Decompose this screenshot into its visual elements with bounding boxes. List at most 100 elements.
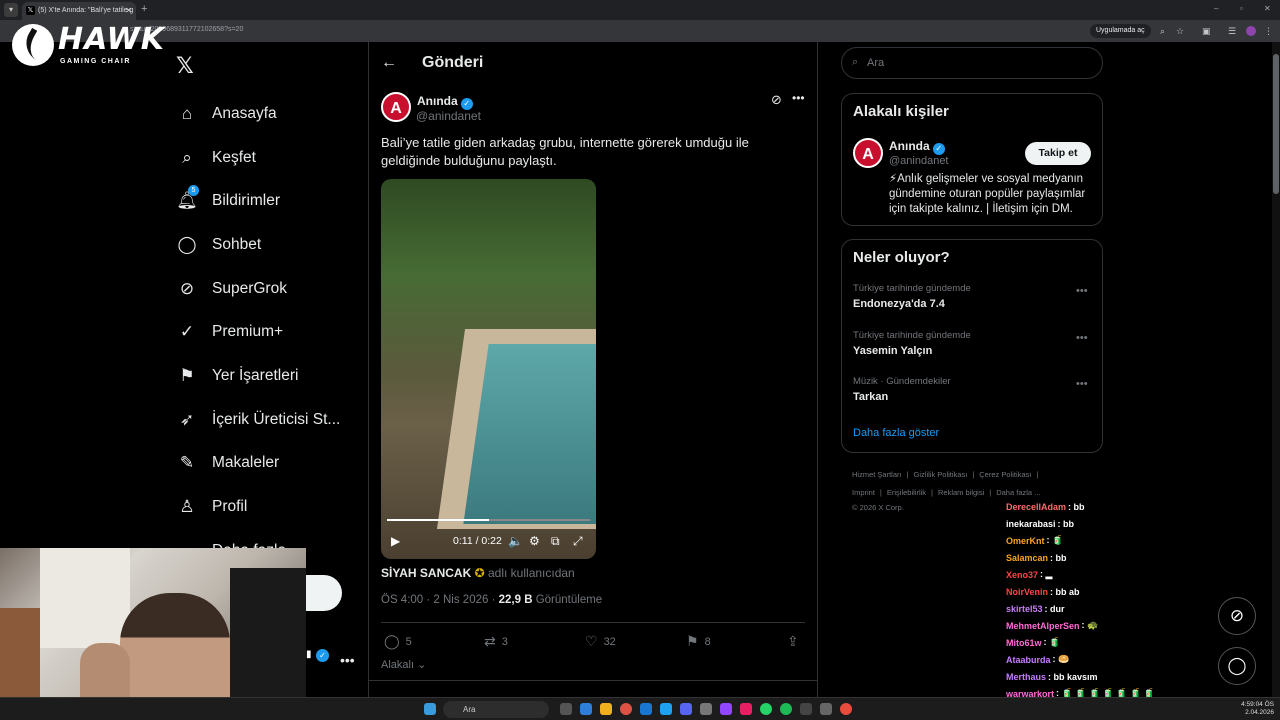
account-more-icon[interactable]: ••• bbox=[340, 652, 355, 668]
app-icon[interactable] bbox=[840, 703, 852, 715]
app-icon[interactable] bbox=[700, 703, 712, 715]
post-more-icon[interactable]: ••• bbox=[792, 91, 805, 105]
sidebar-item-5[interactable]: ✓ Premium+ bbox=[176, 310, 356, 354]
app-icon[interactable] bbox=[660, 703, 672, 715]
post-author[interactable]: Anında ✓ bbox=[417, 94, 473, 110]
app-icon[interactable] bbox=[740, 703, 752, 715]
folder-icon[interactable] bbox=[600, 703, 612, 715]
minimize-icon[interactable]: – bbox=[1214, 4, 1218, 13]
footer-link[interactable]: Hizmet Şartları bbox=[852, 470, 902, 479]
chat-username[interactable]: Mito61w bbox=[1006, 638, 1042, 648]
sidebar-item-3[interactable]: ◯ Sohbet bbox=[176, 223, 356, 267]
tab-close-icon[interactable]: ✕ bbox=[125, 2, 132, 20]
maximize-icon[interactable]: ▫ bbox=[1240, 4, 1243, 13]
spotify-icon[interactable] bbox=[780, 703, 792, 715]
chat-username[interactable]: OmerKnt bbox=[1006, 536, 1045, 546]
footer-link[interactable]: Imprint bbox=[852, 488, 875, 497]
sidebar-item-8[interactable]: ✎ Makaleler bbox=[176, 442, 356, 486]
messages-fab-icon[interactable]: ◯ bbox=[1218, 647, 1256, 685]
chat-username[interactable]: MehmetAlperSen bbox=[1006, 621, 1080, 631]
fullscreen-icon[interactable]: ⤢ bbox=[573, 534, 583, 549]
trend-name[interactable]: Tarkan bbox=[853, 391, 888, 403]
show-more-link[interactable]: Daha fazla göster bbox=[853, 427, 939, 439]
like-button[interactable]: ♡ 32 bbox=[585, 633, 616, 650]
trend-name[interactable]: Yasemin Yalçın bbox=[853, 345, 932, 357]
zoom-icon[interactable]: ⌕ bbox=[1160, 26, 1165, 37]
chat-username[interactable]: DerecellAdam bbox=[1006, 502, 1066, 512]
sidebar-icon[interactable]: ☰ bbox=[1228, 26, 1236, 37]
avatar[interactable]: A bbox=[381, 92, 411, 122]
extensions-icon[interactable]: ▣ bbox=[1202, 26, 1211, 37]
repost-button[interactable]: ⇄ 3 bbox=[484, 633, 508, 650]
footer-link[interactable]: Erişilebilirlik bbox=[887, 488, 926, 497]
related-handle[interactable]: @anindanet bbox=[889, 155, 949, 167]
close-window-icon[interactable]: ✕ bbox=[1264, 4, 1271, 13]
app-icon[interactable] bbox=[820, 703, 832, 715]
video-progress-bar[interactable] bbox=[387, 519, 590, 521]
twitch-icon[interactable] bbox=[720, 703, 732, 715]
app-icon[interactable] bbox=[800, 703, 812, 715]
trend-name[interactable]: Endonezya'da 7.4 bbox=[853, 298, 945, 310]
chat-username[interactable]: inekarabasi bbox=[1006, 519, 1056, 529]
chat-username[interactable]: Xeno37 bbox=[1006, 570, 1038, 580]
app-icon[interactable] bbox=[580, 703, 592, 715]
footer-link[interactable]: Daha fazla ... bbox=[996, 488, 1040, 497]
related-dropdown[interactable]: Alakalı ⌄ bbox=[381, 658, 426, 671]
chat-username[interactable]: skirtel53 bbox=[1006, 604, 1043, 614]
windows-start-icon[interactable] bbox=[424, 703, 436, 715]
browser-menu-icon[interactable]: ⋮ bbox=[1264, 26, 1273, 37]
sidebar-item-1[interactable]: ⌕ Keşfet bbox=[176, 136, 356, 180]
share-button[interactable]: ⇪ bbox=[787, 633, 805, 650]
grok-fab-icon[interactable]: ⊘ bbox=[1218, 597, 1256, 635]
video-player[interactable]: ▶ 0:11 / 0:22 🔈 ⚙ ⧉ ⤢ bbox=[381, 179, 596, 559]
task-view-icon[interactable] bbox=[560, 703, 572, 715]
chat-username[interactable]: Merthaus bbox=[1006, 672, 1046, 682]
browser-tab[interactable]: 𝕏 (5) X'te Anında: "Bali'ye tatile g ✕ bbox=[22, 2, 136, 20]
footer-link[interactable]: Reklam bilgisi bbox=[938, 488, 984, 497]
new-tab-icon[interactable]: + bbox=[141, 3, 147, 15]
tab-menu-icon[interactable]: ▾ bbox=[4, 3, 18, 17]
bookmark-button[interactable]: ⚑ 8 bbox=[686, 633, 711, 650]
volume-icon[interactable]: 🔈 bbox=[508, 534, 523, 548]
back-arrow-icon[interactable]: ← bbox=[381, 54, 397, 72]
sidebar-item-6[interactable]: ⚑ Yer İşaretleri bbox=[176, 354, 356, 398]
app-icon[interactable] bbox=[640, 703, 652, 715]
profile-avatar-icon[interactable] bbox=[1246, 26, 1256, 36]
discord-icon[interactable] bbox=[680, 703, 692, 715]
chat-username[interactable]: Salamcan bbox=[1006, 553, 1048, 563]
follow-button[interactable]: Takip et bbox=[1025, 142, 1091, 165]
scrollbar-thumb[interactable] bbox=[1273, 54, 1279, 194]
post-button[interactable] bbox=[306, 575, 342, 611]
settings-icon[interactable]: ⚙ bbox=[529, 534, 540, 548]
chrome-icon[interactable] bbox=[620, 703, 632, 715]
video-attribution[interactable]: SİYAH SANCAK ✪ adlı kullanıcıdan bbox=[381, 566, 575, 580]
post-timestamp[interactable]: ÖS 4:00 · 2 Nis 2026 · bbox=[381, 594, 495, 606]
sidebar-item-7[interactable]: ➶ İçerik Üreticisi St... bbox=[176, 398, 356, 442]
search-input[interactable]: ⌕ Ara bbox=[841, 47, 1103, 79]
whatsapp-icon[interactable] bbox=[760, 703, 772, 715]
sidebar-item-9[interactable]: ♙ Profil bbox=[176, 485, 356, 529]
taskbar-clock[interactable]: 4:59:04 ÖS 2.04.2026 bbox=[1240, 701, 1274, 717]
trend-more-icon[interactable]: ••• bbox=[1076, 285, 1088, 297]
open-in-app-pill[interactable]: Uygulamada aç bbox=[1090, 24, 1151, 38]
post-handle[interactable]: @anindanet bbox=[416, 109, 481, 123]
trend-more-icon[interactable]: ••• bbox=[1076, 332, 1088, 344]
trend-more-icon[interactable]: ••• bbox=[1076, 378, 1088, 390]
taskbar-search[interactable]: Ara bbox=[443, 701, 549, 718]
related-person-name[interactable]: Anında ✓ bbox=[889, 139, 945, 155]
chat-username[interactable]: NoirVenin bbox=[1006, 587, 1048, 597]
avatar[interactable]: A bbox=[853, 138, 883, 168]
x-logo-icon[interactable]: 𝕏 bbox=[176, 53, 194, 79]
pip-icon[interactable]: ⧉ bbox=[551, 534, 560, 549]
scrollbar[interactable] bbox=[1272, 42, 1280, 700]
reply-button[interactable]: ◯ 5 bbox=[384, 633, 412, 650]
chat-username[interactable]: Ataaburda bbox=[1006, 655, 1051, 665]
sidebar-item-2[interactable]: 🔔︎ Bildirimler 5 bbox=[176, 179, 356, 223]
grok-icon[interactable]: ⊘ bbox=[771, 92, 782, 108]
footer-link[interactable]: Çerez Politikası bbox=[979, 470, 1031, 479]
star-icon[interactable]: ☆ bbox=[1176, 26, 1184, 37]
play-icon[interactable]: ▶ bbox=[391, 534, 400, 548]
sidebar-item-0[interactable]: ⌂ Anasayfa bbox=[176, 92, 356, 136]
sidebar-item-4[interactable]: ⊘ SuperGrok bbox=[176, 267, 356, 311]
footer-link[interactable]: Gizlilik Politikası bbox=[914, 470, 968, 479]
